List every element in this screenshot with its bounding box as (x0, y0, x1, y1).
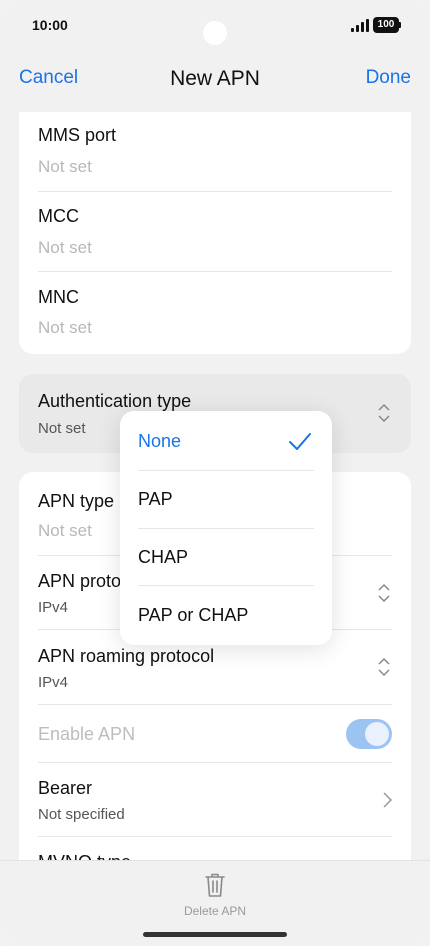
field-label: MNC (38, 287, 79, 307)
authentication-type-menu: None PAP CHAP PAP or CHAP (120, 411, 332, 645)
field-value: IPv4 (38, 674, 69, 691)
battery-icon: 100 (373, 17, 399, 33)
field-value: Not set (38, 157, 92, 176)
phone-screen: 10:00 100 Cancel New APN Done MMS port N… (0, 0, 430, 946)
field-label: Bearer (38, 778, 93, 798)
home-indicator (143, 932, 287, 937)
auth-value: Not set (38, 420, 86, 437)
divider (38, 836, 392, 837)
battery-tip (399, 22, 401, 28)
menu-option-chap[interactable]: CHAP (138, 547, 188, 568)
field-label: Enable APN (38, 724, 136, 744)
divider (138, 470, 314, 471)
field-value: Not set (38, 238, 92, 257)
field-value: IPv4 (38, 599, 69, 616)
field-value: Not set (38, 521, 92, 540)
divider (38, 704, 392, 705)
checkmark-icon (288, 432, 312, 452)
toggle-knob (365, 722, 389, 746)
field-value: Not specified (38, 806, 125, 823)
updown-chevron-icon (378, 583, 390, 603)
divider (38, 271, 392, 272)
field-label: APN roaming protocol (38, 646, 215, 666)
signal-icon (351, 19, 369, 32)
menu-option-pap[interactable]: PAP (138, 489, 173, 510)
menu-option-pap-or-chap[interactable]: PAP or CHAP (138, 605, 248, 626)
divider (138, 585, 314, 586)
status-time: 10:00 (32, 17, 68, 33)
enable-apn-toggle[interactable] (346, 719, 392, 749)
trash-icon[interactable] (203, 872, 227, 898)
chevron-right-icon (381, 790, 393, 810)
field-label: APN type (38, 491, 115, 511)
divider (38, 762, 392, 763)
updown-chevron-icon (378, 657, 390, 677)
delete-apn-button[interactable]: Delete APN (0, 904, 430, 918)
field-label: MMS port (38, 125, 117, 145)
updown-chevron-icon (378, 403, 390, 423)
front-camera (203, 21, 227, 45)
settings-card-top: MMS port Not set MCC Not set MNC Not set (19, 112, 411, 354)
menu-option-none[interactable]: None (138, 431, 181, 452)
done-button[interactable]: Done (366, 67, 411, 89)
auth-label: Authentication type (38, 391, 192, 411)
divider (38, 191, 392, 192)
field-label: MCC (38, 206, 79, 226)
field-value: Not set (38, 318, 92, 337)
divider (138, 528, 314, 529)
